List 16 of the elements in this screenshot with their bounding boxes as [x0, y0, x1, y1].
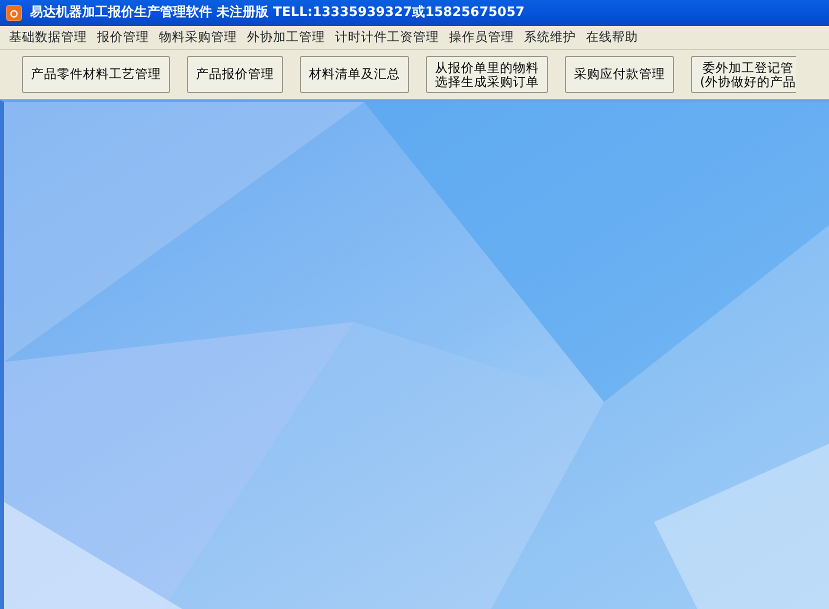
menu-item[interactable]: 系统维护 — [519, 28, 581, 47]
toolbar-button[interactable]: 产品报价管理 — [187, 56, 283, 93]
menu-item[interactable]: 物料采购管理 — [154, 28, 242, 47]
toolbar-button[interactable]: 采购应付款管理 — [565, 56, 674, 93]
toolbar-button[interactable]: 委外加工登记管 (外协做好的产品 — [691, 56, 796, 93]
toolbar-button[interactable]: 材料清单及汇总 — [300, 56, 409, 93]
app-icon — [6, 5, 22, 21]
window-title: 易达机器加工报价生产管理软件 未注册版 TELL:13335939327或15825675057 — [30, 4, 525, 22]
toolbar-button[interactable]: 从报价单里的物料 选择生成采购订单 — [426, 56, 548, 93]
menu-item[interactable]: 操作员管理 — [444, 28, 519, 47]
menu-item[interactable]: 在线帮助 — [581, 28, 643, 47]
menu-item[interactable]: 外协加工管理 — [242, 28, 330, 47]
menu-item[interactable]: 基础数据管理 — [4, 28, 92, 47]
menu-item[interactable]: 计时计件工资管理 — [330, 28, 444, 47]
menu-item[interactable]: 报价管理 — [92, 28, 154, 47]
toolbar-button[interactable]: 产品零件材料工艺管理 — [22, 56, 170, 93]
